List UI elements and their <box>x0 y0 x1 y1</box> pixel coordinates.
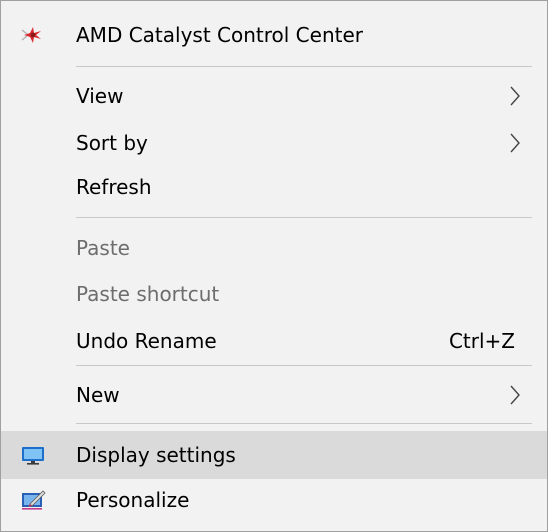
display-settings-icon <box>19 443 47 467</box>
chevron-right-icon <box>509 85 521 107</box>
menu-item-label: Paste shortcut <box>76 282 220 306</box>
menu-item-sort-by[interactable]: Sort by <box>1 119 547 167</box>
menu-item-refresh[interactable]: Refresh <box>1 163 547 211</box>
chevron-right-icon <box>509 132 521 154</box>
menu-item-amd-catalyst-control-center[interactable]: AMD Catalyst Control Center <box>1 11 547 59</box>
menu-item-undo-rename[interactable]: Undo Rename Ctrl+Z <box>1 317 547 365</box>
amd-catalyst-icon <box>19 23 47 47</box>
menu-item-label: New <box>76 383 120 407</box>
menu-item-label: Refresh <box>76 175 152 199</box>
chevron-right-icon <box>509 384 521 406</box>
menu-item-label: AMD Catalyst Control Center <box>76 23 363 47</box>
menu-item-paste[interactable]: Paste <box>1 224 547 272</box>
menu-item-label: Personalize <box>76 488 190 512</box>
menu-item-new[interactable]: New <box>1 371 547 419</box>
menu-item-view[interactable]: View <box>1 72 547 120</box>
menu-separator <box>76 66 532 67</box>
menu-item-label: View <box>76 84 124 108</box>
personalize-icon <box>19 488 47 512</box>
desktop-context-menu: AMD Catalyst Control Center View Sort by… <box>0 0 548 532</box>
menu-item-display-settings[interactable]: Display settings <box>1 431 547 479</box>
menu-item-paste-shortcut[interactable]: Paste shortcut <box>1 270 547 318</box>
menu-item-label: Sort by <box>76 131 148 155</box>
menu-item-personalize[interactable]: Personalize <box>1 476 547 524</box>
menu-item-label: Display settings <box>76 443 236 467</box>
menu-item-label: Paste <box>76 236 130 260</box>
menu-separator <box>76 365 532 366</box>
menu-item-shortcut: Ctrl+Z <box>448 329 515 353</box>
menu-item-label: Undo Rename <box>76 329 217 353</box>
menu-separator <box>76 423 532 424</box>
menu-separator <box>76 217 532 218</box>
